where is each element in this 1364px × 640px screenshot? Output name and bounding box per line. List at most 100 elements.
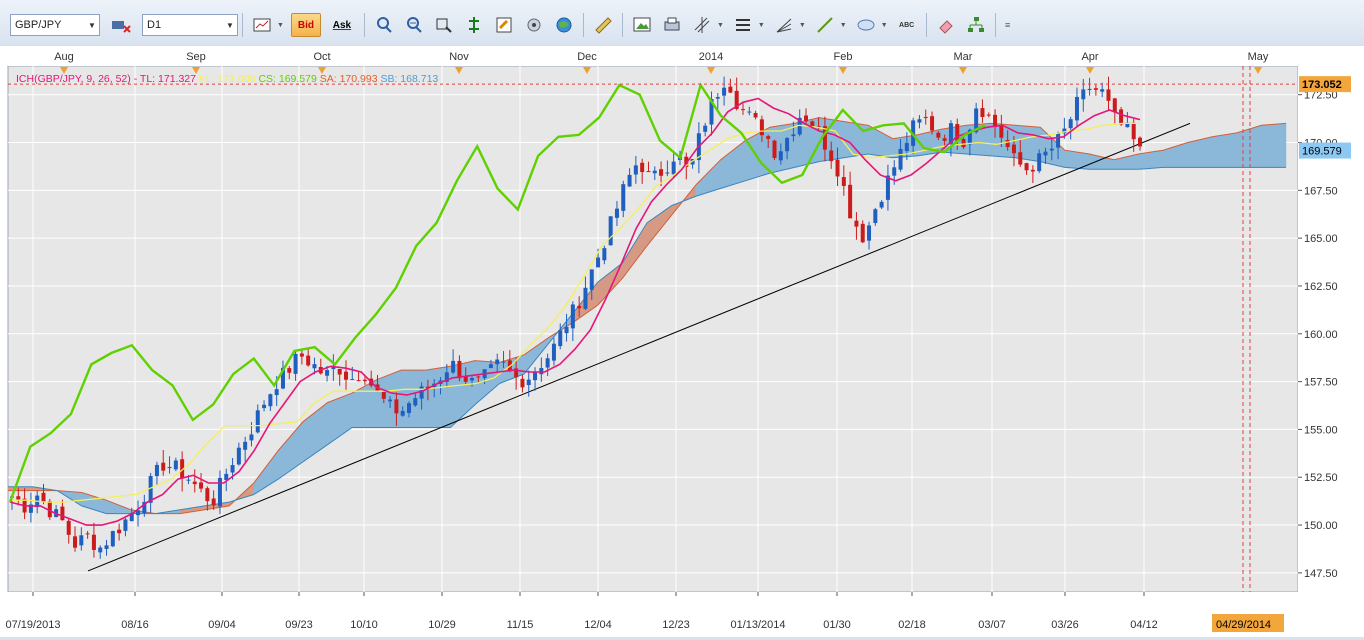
zoom-out-button[interactable]	[402, 13, 426, 37]
shape-button[interactable]	[854, 13, 878, 37]
eraser-button[interactable]	[934, 13, 958, 37]
bid-label: Bid	[297, 19, 314, 31]
candle-body	[1081, 89, 1086, 100]
candle-body	[980, 108, 985, 118]
candle-body	[293, 353, 298, 374]
date-tick-label: 07/19/2013	[5, 619, 60, 631]
ask-button[interactable]: Ask	[327, 13, 357, 37]
chart-shift-icon	[468, 17, 479, 33]
month-label: Feb	[834, 51, 853, 63]
image-button[interactable]	[630, 13, 654, 37]
fan-button[interactable]	[772, 13, 796, 37]
channel-button[interactable]	[690, 13, 714, 37]
ask-label: Ask	[332, 19, 352, 31]
candle-body	[829, 150, 834, 162]
trendline-button[interactable]	[813, 13, 837, 37]
candle-body	[199, 482, 204, 489]
month-label: Dec	[577, 51, 597, 63]
ellipse-icon	[857, 19, 875, 31]
candle-body	[570, 304, 575, 329]
zoom-out-icon	[406, 17, 422, 33]
candle-body	[362, 379, 367, 382]
chevron-down-icon: ▼	[88, 20, 96, 30]
candle-body	[312, 364, 317, 369]
indicator-remove-button[interactable]	[103, 13, 139, 37]
candle-body	[785, 138, 790, 152]
candle-body	[772, 140, 777, 158]
bid-button[interactable]: Bid	[290, 13, 321, 37]
candle-body	[602, 248, 607, 261]
date-tick-label: 03/07	[978, 619, 1006, 631]
edit-chart-icon	[496, 17, 512, 33]
properties-button[interactable]	[492, 13, 516, 37]
candle-body	[148, 476, 153, 503]
candle-body	[287, 368, 292, 373]
candle-body	[841, 177, 846, 186]
candle-body	[110, 531, 115, 547]
candle-body	[230, 465, 235, 473]
toolbar-separator	[925, 13, 927, 37]
candle-body	[249, 434, 254, 441]
zoom-in-button[interactable]	[372, 13, 396, 37]
price-tick-label: 167.50	[1304, 185, 1338, 197]
date-tick-label: 12/04	[584, 619, 612, 631]
eraser-icon	[938, 20, 953, 34]
candle-body	[470, 378, 475, 381]
candle-body	[104, 545, 109, 549]
candle-body	[898, 148, 903, 170]
chart-shift-button[interactable]	[462, 13, 486, 37]
toolbar-separator	[621, 13, 623, 37]
chart-type-button[interactable]	[250, 13, 274, 37]
candle-body	[917, 119, 922, 123]
date-tag-label: 04/29/2014	[1216, 619, 1271, 631]
candle-body	[791, 134, 796, 137]
zoom-in-icon	[376, 17, 392, 33]
ruler-button[interactable]	[591, 13, 615, 37]
lines-button[interactable]	[731, 13, 755, 37]
toolbar-overflow-button[interactable]: ≡	[1003, 13, 1013, 37]
picture-icon	[633, 17, 651, 32]
objects-button[interactable]	[964, 13, 988, 37]
date-tick-label: 11/15	[507, 619, 534, 631]
candle-body	[495, 359, 500, 365]
candle-body	[407, 403, 412, 413]
candle-body	[646, 171, 651, 173]
candle-body	[860, 223, 865, 243]
autoscroll-button[interactable]	[432, 13, 456, 37]
price-tick-label: 150.00	[1304, 520, 1338, 532]
candle-body	[98, 547, 103, 553]
candle-body	[614, 208, 619, 218]
candle-body	[85, 533, 90, 535]
eye-icon	[527, 18, 541, 32]
globe-button[interactable]	[552, 13, 576, 37]
cloud-segment	[1261, 123, 1287, 168]
print-icon	[664, 17, 680, 31]
date-tick-label: 04/12	[1130, 619, 1158, 631]
legend-entry: KL: 171.008	[199, 73, 259, 85]
print-button[interactable]	[660, 13, 684, 37]
candle-body	[879, 201, 884, 208]
candle-body	[961, 138, 966, 148]
candle-body	[66, 520, 71, 535]
candle-body	[930, 116, 935, 131]
chevron-down-icon: ▼	[757, 21, 765, 29]
candle-body	[539, 368, 544, 375]
channel-tool-icon	[694, 17, 710, 33]
template-button[interactable]	[522, 13, 546, 37]
chevron-down-icon: ▼	[880, 21, 888, 29]
candle-body	[1074, 96, 1079, 121]
ichimoku-chart[interactable]: Aug Sep Oct Nov Dec 2014 Feb Mar Apr May ICH(GBP/J…	[0, 46, 1364, 637]
text-button[interactable]: ABC	[895, 13, 919, 37]
candle-body	[419, 386, 424, 399]
horizontal-lines-icon	[735, 19, 750, 31]
candle-body	[753, 113, 758, 118]
candle-body	[1068, 119, 1073, 129]
chart-area[interactable]: Aug Sep Oct Nov Dec 2014 Feb Mar Apr May ICH(GBP/J…	[0, 46, 1364, 637]
timeframe-select[interactable]: D1 ▼	[142, 14, 238, 36]
symbol-select[interactable]: GBP/JPY ▼	[10, 14, 100, 36]
candle-body	[394, 399, 399, 414]
candle-body	[1100, 89, 1105, 92]
candle-body	[337, 368, 342, 375]
candle-body	[356, 380, 361, 382]
candle-body	[520, 378, 525, 388]
